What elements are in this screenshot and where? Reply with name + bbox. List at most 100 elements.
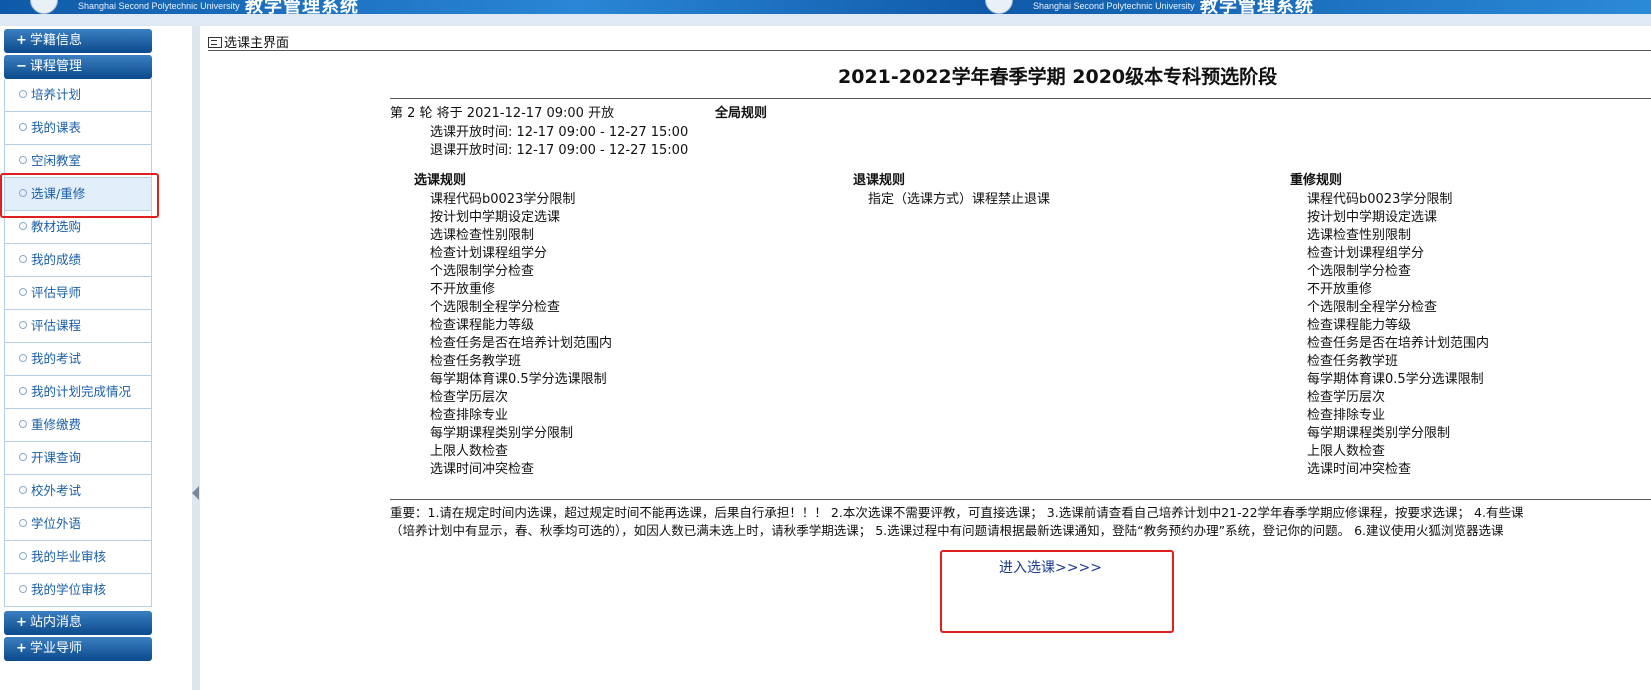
rule-item: 按计划中学期设定选课	[1307, 210, 1438, 225]
top-banner: Shanghai Second Polytechnic University 教…	[0, 0, 1651, 14]
rule-item: 选课时间冲突检查	[1307, 462, 1412, 477]
collapse-left-icon[interactable]	[192, 486, 199, 500]
rule-item: 按计划中学期设定选课	[430, 210, 561, 225]
rule-item: 个选限制学分检查	[1307, 264, 1412, 279]
frame-splitter[interactable]	[192, 26, 200, 690]
rule-item: 检查计划课程组学分	[1307, 246, 1425, 261]
rule-item: 课程代码b0023学分限制	[430, 192, 576, 207]
sidebar-item-my-timetable[interactable]: 我的课表	[4, 112, 152, 145]
highlight-box-enter	[940, 550, 1174, 633]
select-rules-title: 选课规则	[414, 173, 467, 188]
rule-item: 个选限制全程学分检查	[430, 300, 561, 315]
rule-item: 选课检查性别限制	[430, 228, 535, 243]
bullet-icon	[19, 552, 27, 560]
sidebar-item-retake-payment[interactable]: 重修缴费	[4, 409, 152, 442]
item-label: 我的考试	[31, 351, 82, 366]
sidebar-item-graduation-audit[interactable]: 我的毕业审核	[4, 541, 152, 574]
sidebar-item-plan-completion[interactable]: 我的计划完成情况	[4, 376, 152, 409]
drop-open-time: 退课开放时间: 12-17 09:00 - 12-27 15:00	[430, 143, 689, 158]
university-seal-icon	[30, 0, 58, 14]
sidebar-item-external-exams[interactable]: 校外考试	[4, 475, 152, 508]
rule-item: 检查任务教学班	[430, 354, 522, 369]
rule-item: 检查课程能力等级	[1307, 318, 1412, 333]
select-open-time: 选课开放时间: 12-17 09:00 - 12-27 15:00	[430, 125, 689, 140]
item-label: 我的计划完成情况	[31, 384, 132, 399]
sidebar-item-evaluate-advisor[interactable]: 评估导师	[4, 277, 152, 310]
university-name-en: Shanghai Second Polytechnic University	[78, 1, 240, 11]
section-label: 学业导师	[30, 641, 83, 656]
sidebar-item-my-grades[interactable]: 我的成绩	[4, 244, 152, 277]
bullet-icon	[19, 321, 27, 329]
rule-item: 个选限制学分检查	[430, 264, 535, 279]
system-name-2: 教学管理系统	[1200, 0, 1314, 14]
sidebar-section-student-records[interactable]: + 学籍信息	[4, 29, 152, 53]
notice-line-2: （培养计划中有显示，春、秋季均可选的），如因人数已满未选上时，请秋季学期选课； …	[390, 523, 1504, 538]
bullet-icon	[19, 519, 27, 527]
rule-item: 不开放重修	[430, 282, 496, 297]
sidebar-item-evaluate-course[interactable]: 评估课程	[4, 310, 152, 343]
rule-item: 指定（选课方式）课程禁止退课	[868, 192, 1051, 207]
sidebar-section-academic-advisor[interactable]: + 学业导师	[4, 637, 152, 661]
expand-icon: +	[16, 33, 27, 48]
select-rules-list: 课程代码b0023学分限制 按计划中学期设定选课 选课检查性别限制 检查计划课程组学分…	[430, 191, 612, 479]
rule-item: 检查学历层次	[1307, 390, 1386, 405]
rule-item: 检查排除专业	[430, 408, 509, 423]
item-label: 教材选购	[31, 219, 82, 234]
bullet-icon	[19, 453, 27, 461]
rule-item: 个选限制全程学分检查	[1307, 300, 1438, 315]
item-label: 重修缴费	[31, 417, 82, 432]
sidebar: + 学籍信息 − 课程管理 培养计划 我的课表 空闲教室 选课/重修 教材选购 我的…	[0, 26, 160, 690]
section-label: 学籍信息	[30, 33, 83, 48]
item-label: 评估课程	[31, 318, 82, 333]
section-label: 课程管理	[30, 59, 83, 74]
bullet-icon	[19, 585, 27, 593]
rule-item: 上限人数检查	[430, 444, 509, 459]
bullet-icon	[19, 288, 27, 296]
rule-item: 检查任务是否在培养计划范围内	[1307, 336, 1490, 351]
banner-strip	[0, 14, 1651, 26]
rule-item: 检查任务教学班	[1307, 354, 1399, 369]
frame-title: 选课主界面	[208, 32, 289, 51]
rule-item: 上限人数检查	[1307, 444, 1386, 459]
rule-item: 选课时间冲突检查	[430, 462, 535, 477]
bullet-icon	[19, 255, 27, 263]
sidebar-item-degree-audit[interactable]: 我的学位审核	[4, 574, 152, 607]
university-name-en-2: Shanghai Second Polytechnic University	[1033, 1, 1195, 11]
item-label: 校外考试	[31, 483, 82, 498]
highlight-box-sidebar	[0, 173, 159, 218]
rule-item: 检查学历层次	[430, 390, 509, 405]
item-label: 我的课表	[31, 120, 82, 135]
rule-item: 每学期课程类别学分限制	[1307, 426, 1451, 441]
sidebar-item-degree-language[interactable]: 学位外语	[4, 508, 152, 541]
rule-item: 检查排除专业	[1307, 408, 1386, 423]
rules-divider	[390, 499, 1651, 500]
rule-item: 每学期体育课0.5学分选课限制	[430, 372, 607, 387]
retake-rules-title: 重修规则	[1290, 173, 1343, 188]
sidebar-section-messages[interactable]: + 站内消息	[4, 611, 152, 635]
bullet-icon	[19, 222, 27, 230]
sidebar-item-course-query[interactable]: 开课查询	[4, 442, 152, 475]
rule-item: 课程代码b0023学分限制	[1307, 192, 1453, 207]
page-title: 2021-2022学年春季学期 2020级本专科预选阶段	[838, 66, 1278, 88]
bullet-icon	[19, 156, 27, 164]
bullet-icon	[19, 354, 27, 362]
frame-title-text: 选课主界面	[224, 36, 290, 51]
sidebar-section-course-management[interactable]: − 课程管理	[4, 55, 152, 79]
sidebar-item-my-exams[interactable]: 我的考试	[4, 343, 152, 376]
collapse-icon: −	[16, 59, 27, 74]
item-label: 学位外语	[31, 516, 82, 531]
item-label: 我的学位审核	[31, 582, 107, 597]
university-seal-icon-2	[985, 0, 1013, 14]
bullet-icon	[19, 387, 27, 395]
sidebar-item-training-plan[interactable]: 培养计划	[4, 79, 152, 112]
bullet-icon	[19, 123, 27, 131]
rule-item: 检查课程能力等级	[430, 318, 535, 333]
expand-icon: +	[16, 641, 27, 656]
rule-item: 不开放重修	[1307, 282, 1373, 297]
item-label: 空闲教室	[31, 153, 82, 168]
item-label: 我的成绩	[31, 252, 82, 267]
drop-rules-title: 退课规则	[853, 173, 906, 188]
bullet-icon	[19, 486, 27, 494]
item-label: 评估导师	[31, 285, 82, 300]
window-icon	[208, 37, 222, 48]
